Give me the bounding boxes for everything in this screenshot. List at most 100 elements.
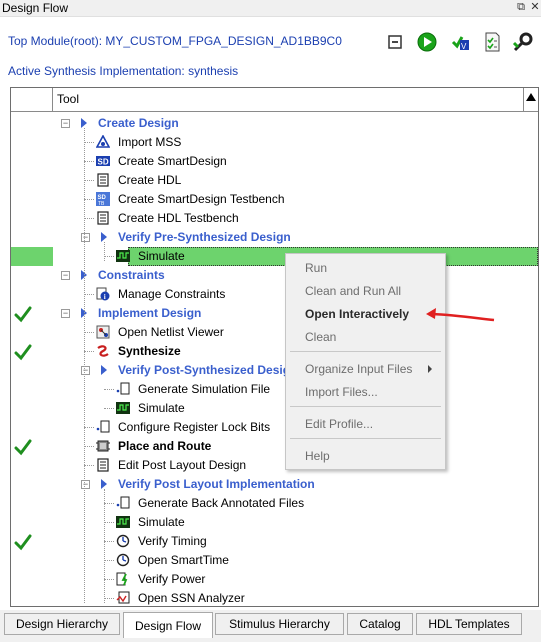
menu-separator	[290, 438, 441, 439]
tree-connector	[84, 351, 94, 352]
svg-text:V: V	[461, 42, 467, 51]
tree-connector	[84, 427, 94, 428]
collapse-toggle-icon[interactable]: −	[81, 366, 90, 375]
svg-text:i: i	[104, 293, 106, 301]
tree-row[interactable]: Generate Simulation File	[11, 380, 538, 399]
tree-row[interactable]: Create HDL Testbench	[11, 209, 538, 228]
design-flow-panel: Design Flow ⧉ ✕ Top Module(root): MY_CUS…	[0, 0, 541, 642]
tree-row[interactable]: − Create Design	[11, 114, 538, 133]
active-synthesis-label: Active Synthesis Implementation: synthes…	[8, 64, 239, 78]
tree-row-label: Open SmartTime	[138, 553, 229, 567]
collapse-toggle-icon[interactable]: −	[81, 233, 90, 242]
tree-connector	[104, 579, 114, 580]
close-icon[interactable]: ✕	[528, 0, 541, 15]
mss-icon	[95, 134, 111, 149]
tree-row[interactable]: Simulate	[11, 247, 538, 266]
tree-row[interactable]: − Constraints	[11, 266, 538, 285]
pnr-icon	[96, 439, 110, 453]
scroll-up-arrow-icon	[526, 93, 536, 101]
svg-text:SD: SD	[98, 158, 109, 167]
collapse-toggle-icon[interactable]: −	[61, 271, 70, 280]
collapse-toggle-icon[interactable]: −	[61, 119, 70, 128]
menu-item-open-interactively[interactable]: Open Interactively	[305, 307, 409, 321]
tree-connector	[104, 598, 114, 599]
expand-arrow-icon[interactable]	[101, 365, 107, 375]
menu-item-clean[interactable]: Clean	[305, 330, 336, 344]
menu-item-import-files[interactable]: Import Files...	[305, 385, 378, 399]
tree-row[interactable]: Open SmartTime	[11, 551, 538, 570]
gen-icon	[96, 420, 110, 434]
completed-check-icon	[14, 438, 32, 456]
completed-check-icon	[14, 533, 32, 551]
tree-row[interactable]: Synthesize	[11, 342, 538, 361]
tree-row-label: Configure Register Lock Bits	[118, 420, 271, 434]
tree-connector	[84, 128, 85, 603]
tab-design-flow[interactable]: Design Flow	[123, 612, 213, 638]
tree-row-label: Import MSS	[118, 135, 182, 149]
tree-row[interactable]: − Verify Pre-Synthesized Design	[11, 228, 538, 247]
menu-separator	[290, 406, 441, 407]
tool-column-header[interactable]: Tool	[57, 92, 79, 106]
restore-icon[interactable]: ⧉	[514, 0, 528, 15]
tree-row-label: Manage Constraints	[118, 287, 226, 301]
expand-arrow-icon[interactable]	[101, 479, 107, 489]
tree-row[interactable]: Import MSS	[11, 133, 538, 152]
tree-connector	[84, 294, 94, 295]
tree-row[interactable]: Generate Back Annotated Files	[11, 494, 538, 513]
tree-row[interactable]: SD Create SmartDesign	[11, 152, 538, 171]
run-icon[interactable]	[416, 31, 438, 53]
tree-row[interactable]: Place and Route	[11, 437, 538, 456]
tree-row-label: Verify Pre-Synthesized Design	[118, 230, 291, 244]
tab-stimulus-hierarchy[interactable]: Stimulus Hierarchy	[215, 613, 344, 635]
tree-row[interactable]: Verify Power	[11, 570, 538, 589]
panel-title: Design Flow	[2, 1, 69, 15]
status-column-header[interactable]	[11, 88, 53, 111]
tree-row[interactable]: SD TB Create SmartDesign Testbench	[11, 190, 538, 209]
selection-highlight	[11, 247, 53, 266]
tree-connector	[84, 218, 94, 219]
submenu-arrow-icon	[428, 365, 432, 373]
menu-separator	[290, 351, 441, 352]
tree-row[interactable]: − Verify Post-Synthesized Design	[11, 361, 538, 380]
tab-catalog[interactable]: Catalog	[347, 613, 413, 635]
collapse-toggle-icon[interactable]: −	[81, 480, 90, 489]
tree-row[interactable]: − Verify Post Layout Implementation	[11, 475, 538, 494]
expand-arrow-icon[interactable]	[101, 232, 107, 242]
tree-connector	[84, 142, 94, 143]
menu-item-organize-input-files[interactable]: Organize Input Files	[305, 362, 412, 376]
completed-check-icon	[14, 343, 32, 361]
gen-icon	[116, 382, 130, 396]
settings-icon[interactable]	[512, 31, 534, 53]
tree-row-label: Constraints	[98, 268, 165, 282]
completed-check-icon	[14, 305, 32, 323]
tree-row[interactable]: Simulate	[11, 513, 538, 532]
menu-item-help[interactable]: Help	[305, 449, 330, 463]
synth-icon	[96, 344, 110, 358]
tree-row[interactable]: Open SSN Analyzer	[11, 589, 538, 606]
expand-arrow-icon[interactable]	[81, 118, 87, 128]
tree-row[interactable]: Edit Post Layout Design	[11, 456, 538, 475]
tree-connector	[104, 560, 114, 561]
panel-title-bar: Design Flow ⧉ ✕	[0, 0, 541, 17]
tree-row-label: Create HDL	[118, 173, 182, 187]
tree-connector	[84, 199, 94, 200]
power-icon	[116, 572, 130, 586]
check-hdl-icon[interactable]: V	[450, 31, 472, 53]
design-flow-tree: Tool − Create Design Import MSS SD Create Sm…	[10, 87, 539, 607]
tree-row[interactable]: Create HDL	[11, 171, 538, 190]
tree-row[interactable]: Verify Timing	[11, 532, 538, 551]
collapse-toggle-icon[interactable]: −	[61, 309, 70, 318]
menu-item-run[interactable]: Run	[305, 261, 327, 275]
tree-row-label: Place and Route	[118, 439, 212, 453]
tree-row-label: Verify Post Layout Implementation	[118, 477, 315, 491]
context-menu: Run Clean and Run All Open Interactively…	[285, 253, 446, 470]
menu-item-edit-profile[interactable]: Edit Profile...	[305, 417, 373, 431]
report-icon[interactable]	[481, 31, 503, 53]
tree-connector	[104, 242, 105, 261]
tree-row[interactable]: Simulate	[11, 399, 538, 418]
collapse-all-icon[interactable]	[384, 31, 406, 53]
menu-item-clean-and-run-all[interactable]: Clean and Run All	[305, 284, 401, 298]
tab-hdl-templates[interactable]: HDL Templates	[416, 613, 522, 635]
tree-row[interactable]: Configure Register Lock Bits	[11, 418, 538, 437]
tab-design-hierarchy[interactable]: Design Hierarchy	[4, 613, 120, 635]
